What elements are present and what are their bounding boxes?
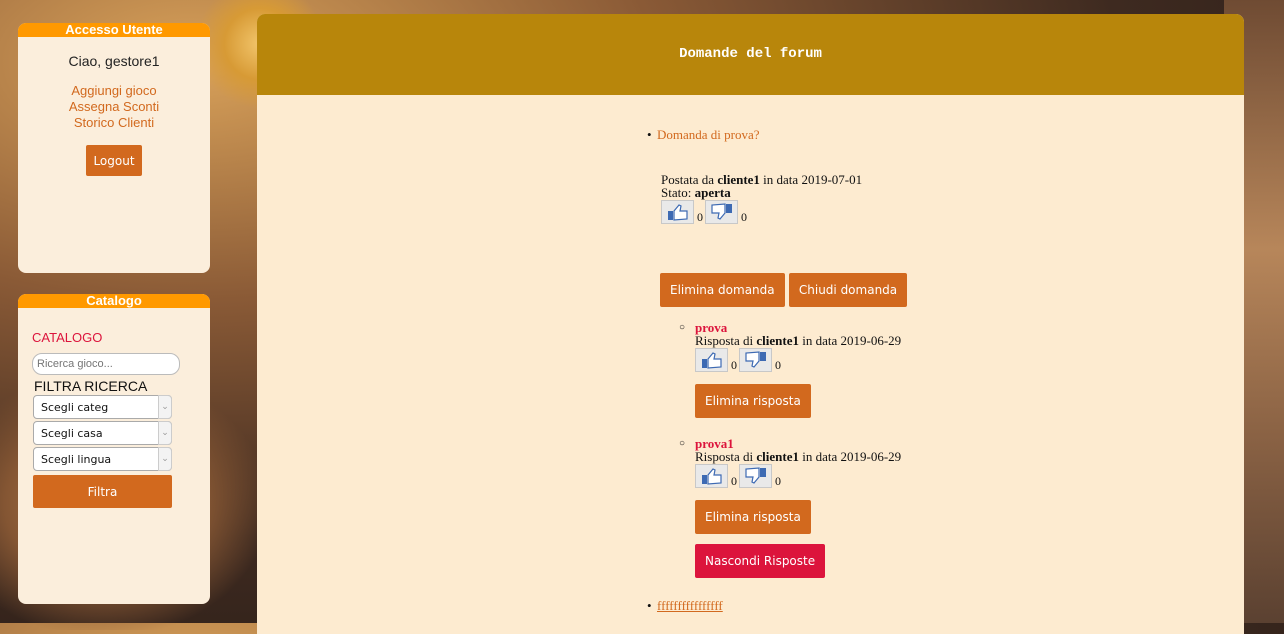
chevron-down-icon: ⌄ <box>158 447 172 471</box>
like-count: 0 <box>731 358 737 372</box>
dislike-count: 0 <box>775 474 781 488</box>
question-status-line: Stato: aperta <box>661 186 862 199</box>
delete-answer-button[interactable]: Elimina risposta <box>695 500 811 534</box>
answer-date: 2019-06-29 <box>840 333 902 348</box>
thumbs-down-icon <box>711 203 732 220</box>
date-prefix: in data <box>802 449 838 464</box>
greeting-text: Ciao, gestore1 <box>68 53 160 69</box>
question-link[interactable]: Domanda di prova? <box>657 127 760 142</box>
forum-main-panel: Domande del forum • Domanda di prova? Po… <box>257 14 1244 634</box>
dislike-button[interactable] <box>739 464 772 488</box>
customer-history-link[interactable]: Storico Clienti <box>18 115 210 131</box>
date-prefix: in data <box>763 172 799 187</box>
answer-item: ○ prova Risposta di cliente1 in data 201… <box>679 321 902 418</box>
thumbs-up-icon <box>668 204 688 221</box>
answer-votes: 0 0 <box>695 348 901 372</box>
dislike-count: 0 <box>775 358 781 372</box>
answer-prefix: Risposta di <box>695 333 754 348</box>
category-select-value: Scegli categ <box>41 401 109 414</box>
catalog-panel-header: Catalogo <box>18 294 210 308</box>
question-link[interactable]: ffffffffffffffff <box>657 598 723 613</box>
search-input[interactable] <box>32 353 180 375</box>
dislike-button[interactable] <box>739 348 772 372</box>
publisher-select-value: Scegli casa <box>41 427 103 440</box>
question-votes: 0 0 <box>661 200 862 224</box>
catalog-title: CATALOGO <box>32 330 103 345</box>
add-game-link[interactable]: Aggiungi gioco <box>18 83 210 99</box>
question-item: • Domanda di prova? <box>647 127 760 143</box>
language-select[interactable]: Scegli lingua ⌄ <box>33 447 172 471</box>
answer-date: 2019-06-29 <box>840 449 902 464</box>
answer-item: ○ prova1 Risposta di cliente1 in data 20… <box>679 437 902 578</box>
thumbs-down-icon <box>745 467 766 484</box>
bullet-icon: • <box>647 127 652 142</box>
user-links: Aggiungi gioco Assegna Sconti Storico Cl… <box>18 83 210 131</box>
thumbs-down-icon <box>745 351 766 368</box>
page-title: Domande del forum <box>257 14 1244 95</box>
question-item: • ffffffffffffffff <box>647 598 723 614</box>
catalog-panel: Catalogo CATALOGO FILTRA RICERCA Scegli … <box>18 294 210 604</box>
answer-votes: 0 0 <box>695 464 901 488</box>
publisher-select[interactable]: Scegli casa ⌄ <box>33 421 172 445</box>
answer-prefix: Risposta di <box>695 449 754 464</box>
status-badge: aperta <box>694 185 731 200</box>
answer-author: cliente1 <box>756 449 799 464</box>
logout-button[interactable]: Logout <box>86 145 142 176</box>
like-button[interactable] <box>661 200 694 224</box>
thumbs-up-icon <box>702 468 722 485</box>
circle-bullet-icon: ○ <box>679 322 686 333</box>
circle-bullet-icon: ○ <box>679 438 686 449</box>
hide-answers-button[interactable]: Nascondi Risposte <box>695 544 826 578</box>
question-actions: Elimina domanda Chiudi domanda <box>660 273 908 307</box>
like-button[interactable] <box>695 348 728 372</box>
chevron-down-icon: ⌄ <box>158 395 172 419</box>
dislike-count: 0 <box>741 210 747 224</box>
language-select-value: Scegli lingua <box>41 453 112 466</box>
question-date: 2019-07-01 <box>801 172 863 187</box>
thumbs-up-icon <box>702 352 722 369</box>
like-button[interactable] <box>695 464 728 488</box>
question-meta: Postata da cliente1 in data 2019-07-01 S… <box>661 173 862 224</box>
bullet-icon: • <box>647 598 652 613</box>
like-count: 0 <box>731 474 737 488</box>
delete-answer-button[interactable]: Elimina risposta <box>695 384 811 418</box>
filter-label: FILTRA RICERCA <box>34 378 148 394</box>
user-panel-header: Accesso Utente <box>18 23 210 37</box>
answer-author: cliente1 <box>756 333 799 348</box>
chevron-down-icon: ⌄ <box>158 421 172 445</box>
filter-button[interactable]: Filtra <box>33 475 172 508</box>
delete-question-button[interactable]: Elimina domanda <box>660 273 785 307</box>
category-select[interactable]: Scegli categ ⌄ <box>33 395 172 419</box>
user-access-panel: Accesso Utente Ciao, gestore1 Aggiungi g… <box>18 23 210 273</box>
status-label: Stato: <box>661 185 692 200</box>
close-question-button[interactable]: Chiudi domanda <box>788 273 908 307</box>
like-count: 0 <box>697 210 703 224</box>
date-prefix: in data <box>802 333 838 348</box>
assign-discounts-link[interactable]: Assegna Sconti <box>18 99 210 115</box>
dislike-button[interactable] <box>705 200 738 224</box>
